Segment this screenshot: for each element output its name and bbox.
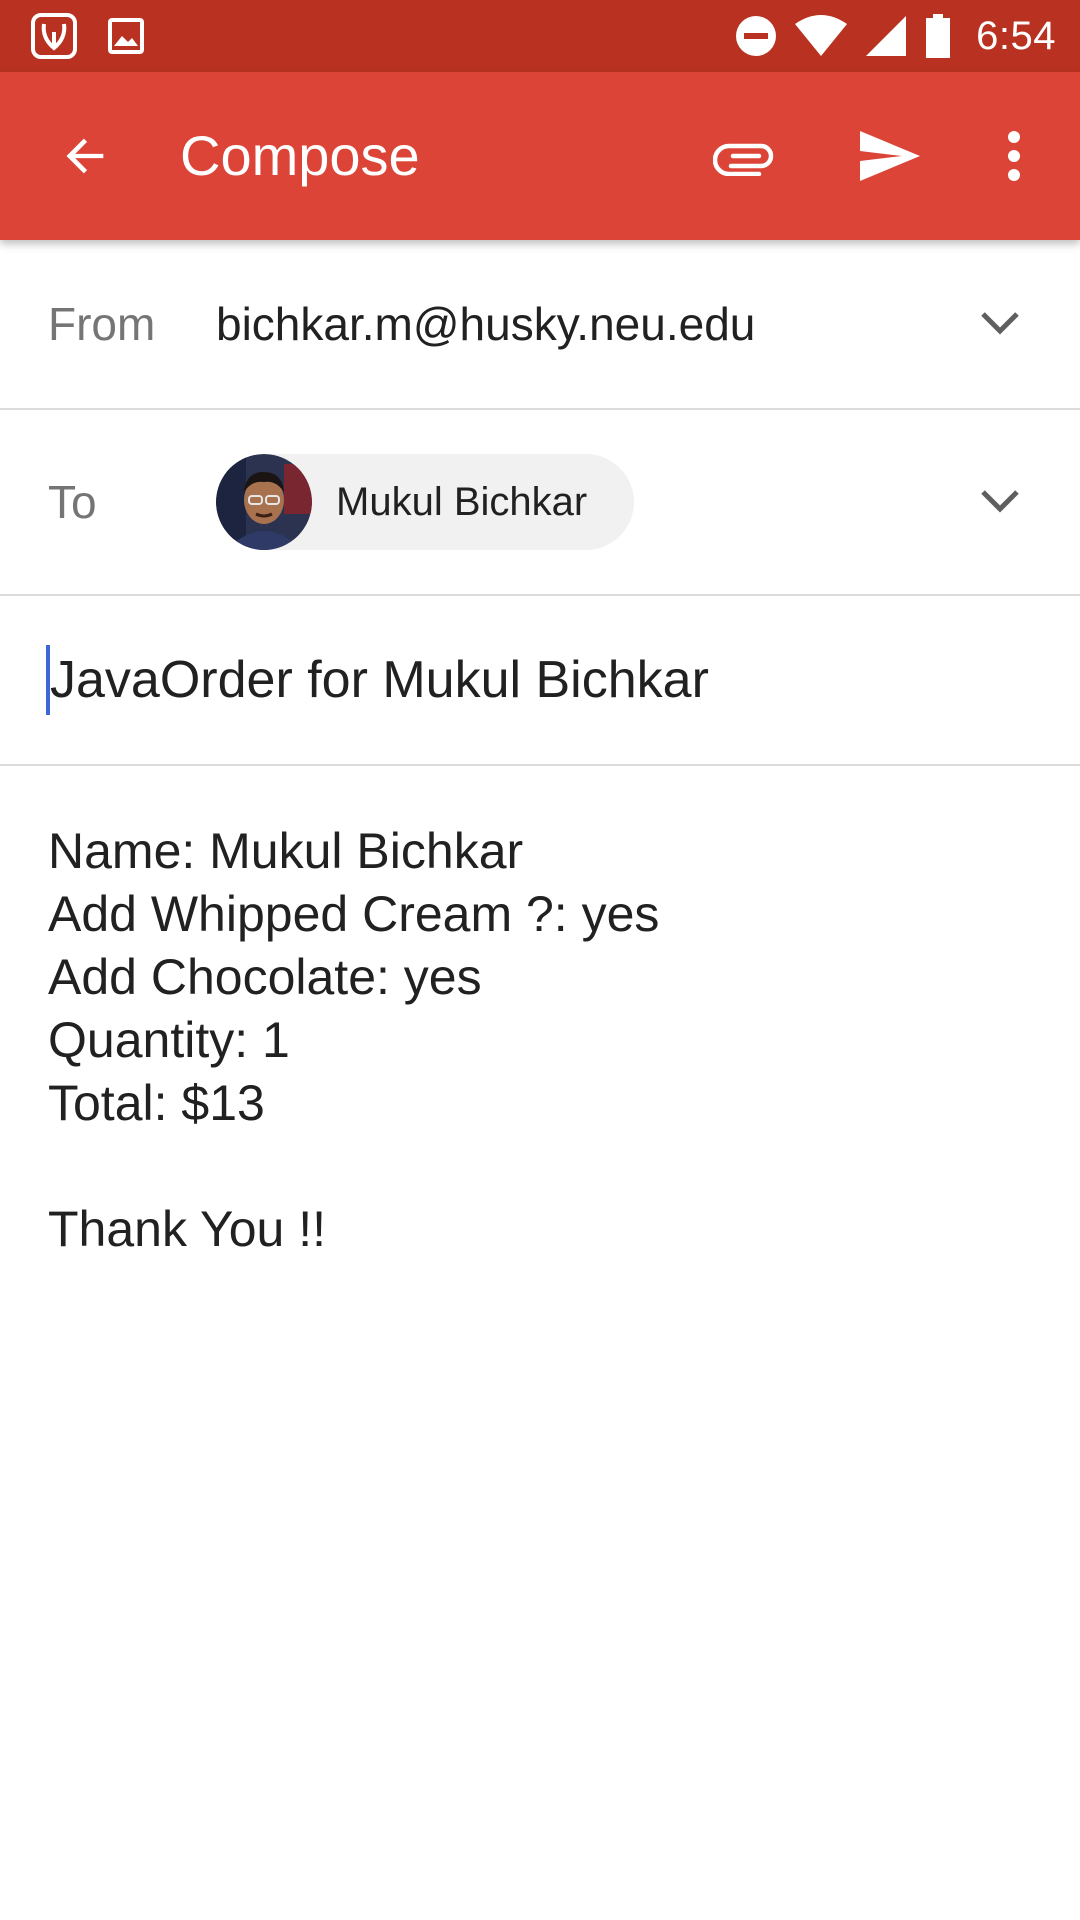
avatar-photo	[216, 454, 312, 550]
body-line-whipped-cream: Add Whipped Cream ?: yes	[48, 886, 660, 942]
chevron-down-icon	[981, 490, 1019, 513]
send-icon	[860, 131, 920, 181]
chevron-down-icon	[981, 312, 1019, 335]
body-line-chocolate: Add Chocolate: yes	[48, 949, 482, 1005]
recipient-chip[interactable]: Mukul Bichkar	[216, 454, 634, 550]
compose-body[interactable]: Name: Mukul Bichkar Add Whipped Cream ?:…	[48, 820, 1038, 1261]
more-vert-icon	[1008, 131, 1020, 181]
saavn-app-icon	[31, 13, 77, 59]
status-bar: 6:54	[0, 0, 1080, 72]
from-row: From bichkar.m@husky.neu.edu	[0, 240, 1080, 410]
subject-row: JavaOrder for Mukul Bichkar	[0, 596, 1080, 766]
compose-screen: 6:54 Compose From bichkar.m@husky.neu.ed…	[0, 0, 1080, 1920]
subject-text: JavaOrder for Mukul Bichkar	[50, 651, 709, 709]
from-label: From	[48, 298, 156, 350]
from-dropdown-button[interactable]	[960, 284, 1040, 364]
send-button[interactable]	[846, 114, 934, 198]
wifi-icon	[795, 15, 848, 56]
body-line-total: Total: $13	[48, 1075, 265, 1131]
battery-icon	[926, 14, 951, 58]
to-dropdown-button[interactable]	[960, 462, 1040, 542]
from-account-value[interactable]: bichkar.m@husky.neu.edu	[216, 240, 755, 408]
body-line-name: Name: Mukul Bichkar	[48, 823, 524, 879]
status-time: 6:54	[976, 13, 1056, 58]
subject-field[interactable]: JavaOrder for Mukul Bichkar	[46, 596, 1038, 764]
body-blank-line	[48, 1135, 1038, 1198]
back-button[interactable]	[44, 114, 128, 198]
back-arrow-icon	[66, 138, 104, 174]
attach-icon	[713, 143, 774, 176]
page-title: Compose	[180, 124, 420, 187]
recipient-name: Mukul Bichkar	[336, 479, 588, 524]
more-options-button[interactable]	[984, 114, 1044, 198]
body-closing: Thank You !!	[48, 1201, 327, 1257]
do-not-disturb-icon	[736, 16, 777, 56]
app-bar: Compose	[0, 72, 1080, 240]
to-row: To Mukul Bichkar	[0, 410, 1080, 596]
attach-button[interactable]	[700, 114, 790, 198]
cell-signal-icon	[866, 16, 907, 56]
body-line-quantity: Quantity: 1	[48, 1012, 290, 1068]
notification-icons	[30, 12, 146, 60]
avatar	[216, 454, 312, 550]
to-label: To	[48, 476, 97, 528]
system-status-icons: 6:54	[734, 0, 1056, 72]
gallery-notification-icon	[108, 18, 144, 54]
